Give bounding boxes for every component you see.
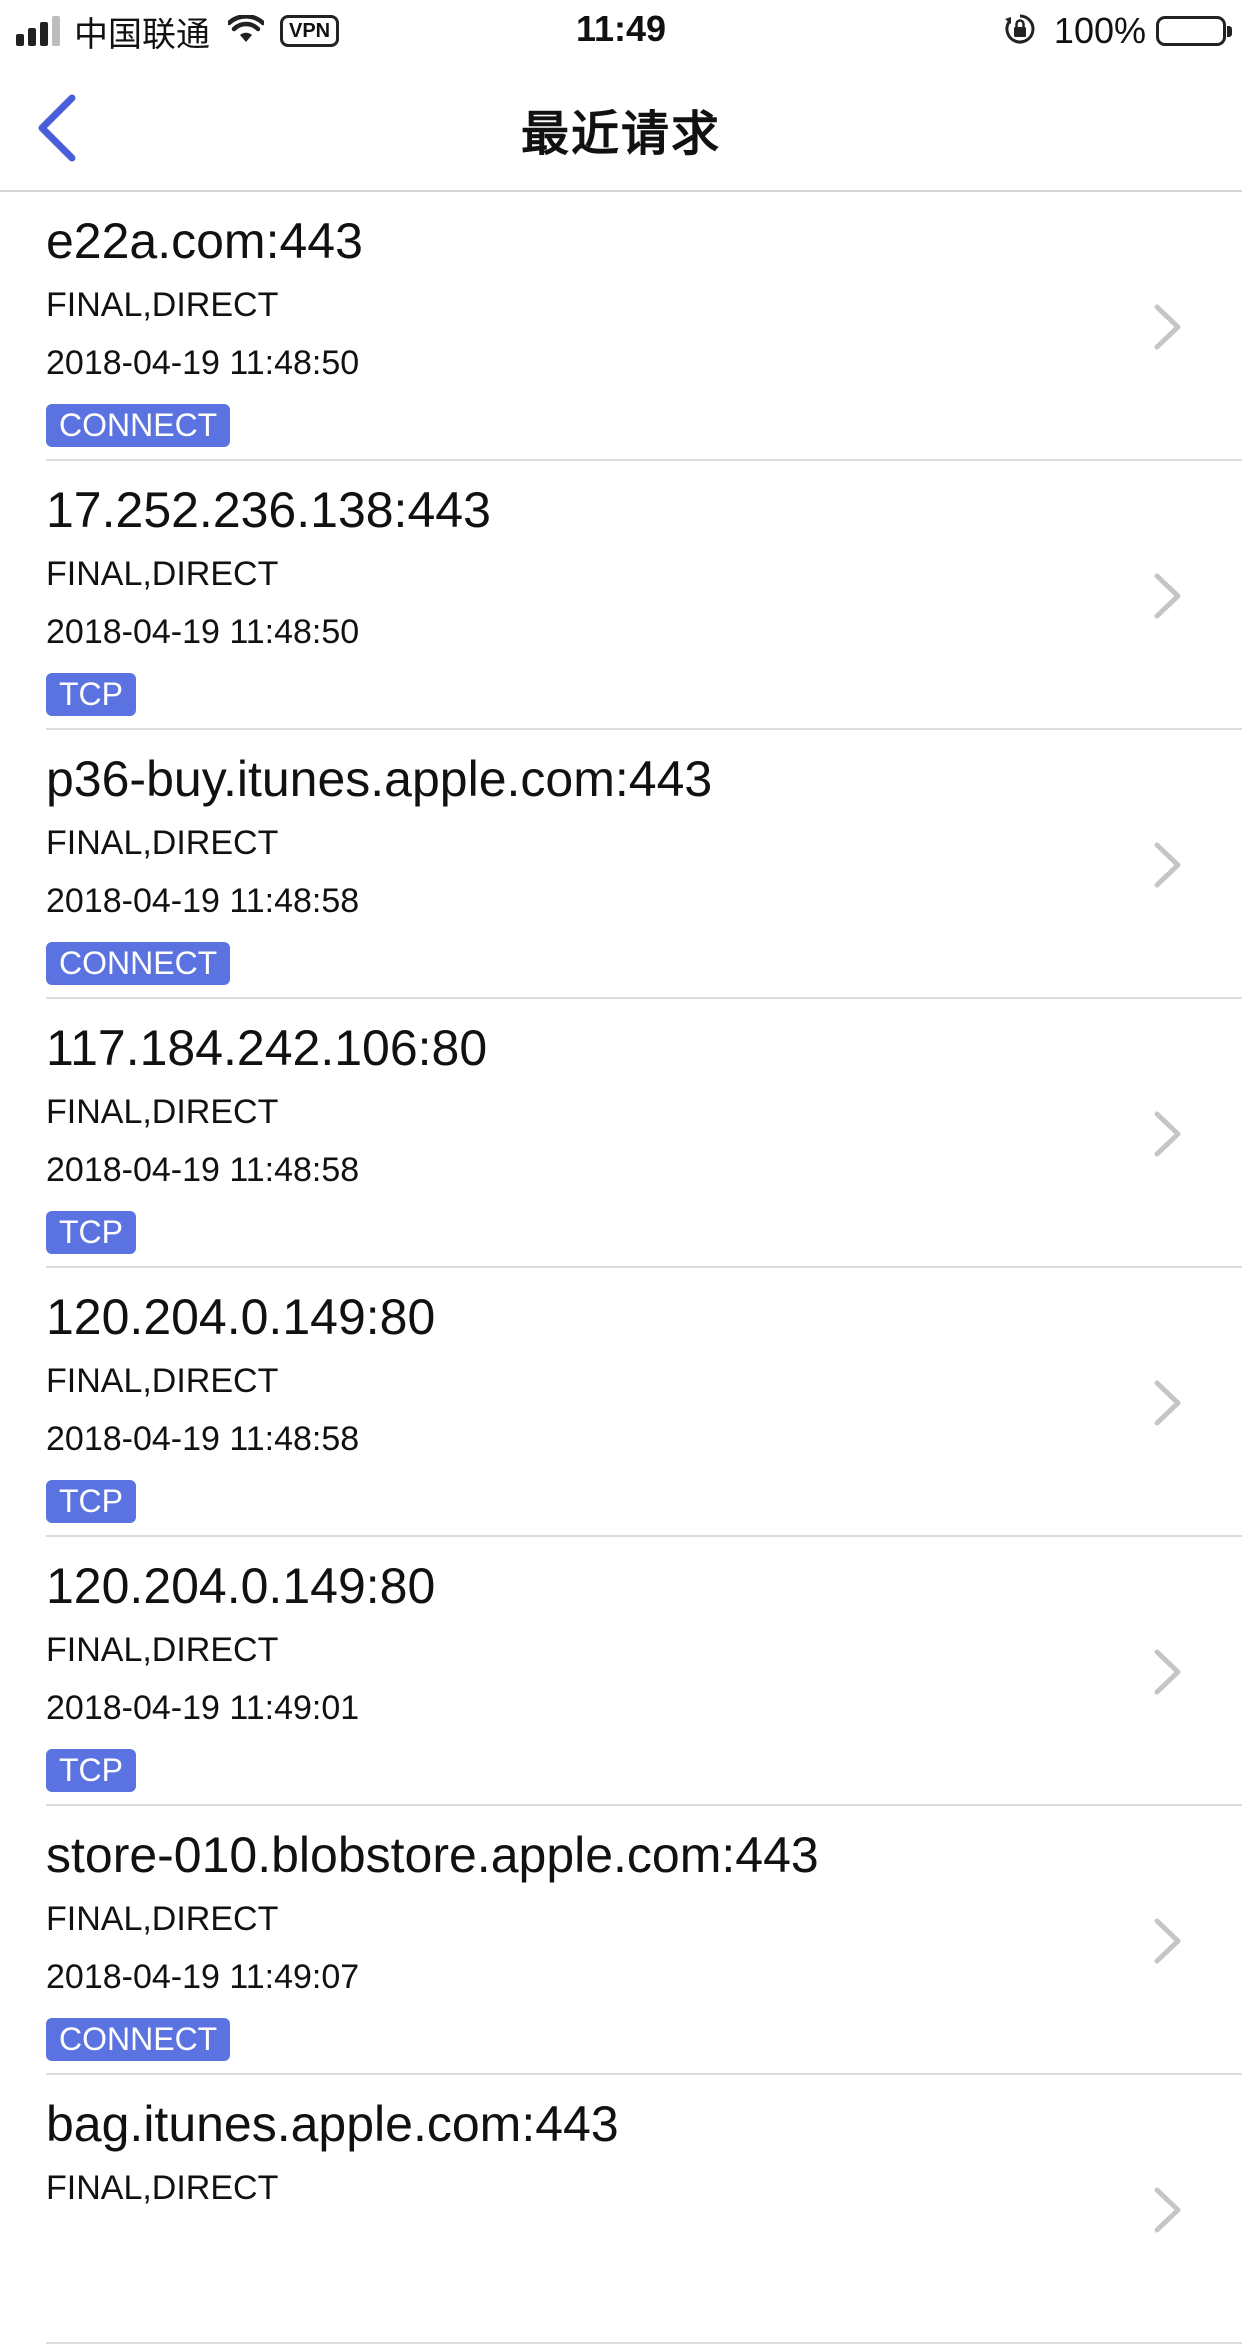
chevron-right-icon: [1154, 2187, 1181, 2233]
request-type-badge: CONNECT: [46, 942, 231, 985]
request-rule: FINAL,DIRECT: [46, 555, 279, 593]
request-rule: FINAL,DIRECT: [46, 1900, 279, 1938]
battery-icon: [1156, 16, 1232, 46]
request-row[interactable]: bag.itunes.apple.com:443 FINAL,DIRECT: [0, 2075, 1242, 2344]
chevron-right-icon: [1154, 1111, 1181, 1157]
request-type-badge: TCP: [46, 1749, 136, 1792]
request-row[interactable]: store-010.blobstore.apple.com:443 FINAL,…: [0, 1806, 1242, 2075]
request-host: bag.itunes.apple.com:443: [46, 2096, 619, 2152]
request-row[interactable]: p36-buy.itunes.apple.com:443 FINAL,DIREC…: [0, 730, 1242, 999]
chevron-right-icon: [1154, 842, 1181, 888]
request-rule: FINAL,DIRECT: [46, 2169, 279, 2207]
page-title: 最近请求: [520, 108, 721, 161]
request-rule: FINAL,DIRECT: [46, 1093, 279, 1131]
status-right: 100%: [1004, 10, 1232, 52]
chevron-right-icon: [1154, 1649, 1181, 1695]
request-list: e22a.com:443 FINAL,DIRECT 2018-04-19 11:…: [0, 192, 1242, 2344]
request-type-badge: TCP: [46, 1211, 136, 1254]
request-type-badge: TCP: [46, 1480, 136, 1523]
request-host: 120.204.0.149:80: [46, 1558, 436, 1614]
request-host: 117.184.242.106:80: [46, 1020, 488, 1076]
request-time: 2018-04-19 11:49:01: [46, 1689, 360, 1727]
request-rule: FINAL,DIRECT: [46, 1631, 279, 1669]
battery-percent: 100%: [1053, 10, 1146, 51]
request-time: 2018-04-19 11:48:58: [46, 1420, 360, 1458]
request-time: 2018-04-19 11:48:58: [46, 882, 360, 920]
request-rule: FINAL,DIRECT: [46, 1362, 279, 1400]
request-time: 2018-04-19 11:48:58: [46, 1151, 360, 1189]
navigation-bar: 最近请求: [0, 62, 1242, 192]
request-host: 120.204.0.149:80: [46, 1289, 436, 1345]
request-time: 2018-04-19 11:48:50: [46, 613, 360, 651]
request-host: store-010.blobstore.apple.com:443: [46, 1827, 819, 1883]
request-row[interactable]: 120.204.0.149:80 FINAL,DIRECT 2018-04-19…: [0, 1268, 1242, 1537]
request-host: 17.252.236.138:443: [46, 482, 491, 538]
request-row[interactable]: 117.184.242.106:80 FINAL,DIRECT 2018-04-…: [0, 999, 1242, 1268]
request-host: p36-buy.itunes.apple.com:443: [46, 751, 713, 807]
request-time: 2018-04-19 11:49:07: [46, 1958, 360, 1996]
request-row[interactable]: 120.204.0.149:80 FINAL,DIRECT 2018-04-19…: [0, 1537, 1242, 1806]
chevron-right-icon: [1154, 304, 1181, 350]
request-row[interactable]: 17.252.236.138:443 FINAL,DIRECT 2018-04-…: [0, 461, 1242, 730]
request-rule: FINAL,DIRECT: [46, 286, 279, 324]
status-bar: 中国联通 VPN 11:49 100%: [0, 0, 1242, 62]
request-type-badge: TCP: [46, 673, 136, 716]
orientation-lock-icon: [1004, 13, 1036, 50]
request-time: 2018-04-19 11:48:50: [46, 344, 360, 382]
request-rule: FINAL,DIRECT: [46, 824, 279, 862]
chevron-right-icon: [1154, 573, 1181, 619]
chevron-right-icon: [1154, 1918, 1181, 1964]
request-type-badge: CONNECT: [46, 404, 231, 447]
request-host: e22a.com:443: [46, 213, 363, 269]
chevron-right-icon: [1154, 1380, 1181, 1426]
request-type-badge: CONNECT: [46, 2018, 231, 2061]
request-row[interactable]: e22a.com:443 FINAL,DIRECT 2018-04-19 11:…: [0, 192, 1242, 461]
